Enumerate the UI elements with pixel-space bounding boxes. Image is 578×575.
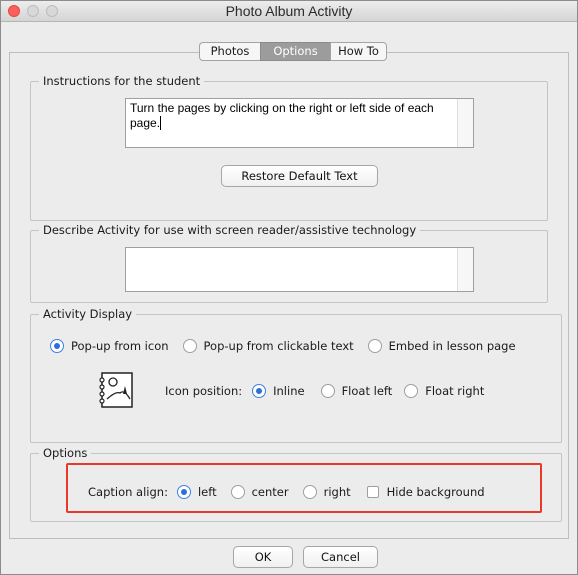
tab-photos[interactable]: Photos bbox=[199, 42, 260, 61]
options-legend: Options bbox=[43, 446, 88, 460]
radio-inline[interactable] bbox=[252, 384, 267, 398]
window-title: Photo Album Activity bbox=[225, 3, 353, 19]
activity-display-legend: Activity Display bbox=[43, 307, 133, 321]
radio-popup-from-icon[interactable] bbox=[50, 339, 64, 353]
radio-embed-in-lesson-page[interactable] bbox=[367, 339, 382, 353]
tab-options[interactable]: Options bbox=[260, 42, 330, 61]
cancel-button[interactable]: Cancel bbox=[303, 546, 378, 568]
tab-bar: Photos Options How To bbox=[199, 42, 387, 61]
radio-popup-from-clickable-text[interactable] bbox=[182, 339, 197, 353]
describe-textarea[interactable] bbox=[125, 247, 474, 292]
icon-position-row: Icon position: Inline Float left Float r… bbox=[165, 384, 484, 398]
describe-legend: Describe Activity for use with screen re… bbox=[43, 223, 417, 237]
radio-float-right-label: Float right bbox=[425, 384, 485, 398]
radio-inline-label: Inline bbox=[273, 384, 305, 398]
restore-default-text-button[interactable]: Restore Default Text bbox=[221, 165, 378, 187]
radio-float-right[interactable] bbox=[404, 384, 419, 398]
instructions-text: Turn the pages by clicking on the right … bbox=[130, 101, 434, 130]
radio-popup-from-icon-label: Pop-up from icon bbox=[71, 339, 169, 353]
options-highlight-box bbox=[66, 463, 542, 513]
title-bar[interactable]: Photo Album Activity bbox=[1, 1, 577, 22]
radio-float-left-label: Float left bbox=[341, 384, 393, 398]
icon-position-label: Icon position: bbox=[165, 384, 243, 398]
tab-how-to[interactable]: How To bbox=[330, 42, 387, 61]
instructions-legend: Instructions for the student bbox=[43, 74, 201, 88]
radio-float-left[interactable] bbox=[320, 384, 335, 398]
radio-embed-in-lesson-page-label: Embed in lesson page bbox=[388, 339, 516, 353]
instructions-textarea[interactable]: Turn the pages by clicking on the right … bbox=[125, 98, 474, 148]
display-mode-radio-group: Pop-up from icon Pop-up from clickable t… bbox=[50, 339, 516, 353]
ok-button[interactable]: OK bbox=[233, 546, 293, 568]
photo-album-icon bbox=[98, 371, 134, 409]
instructions-scrollbar[interactable] bbox=[457, 99, 473, 147]
describe-scrollbar[interactable] bbox=[457, 248, 473, 291]
radio-popup-from-clickable-text-label: Pop-up from clickable text bbox=[203, 339, 354, 353]
text-caret bbox=[160, 116, 162, 130]
dialog-window: Photo Album Activity Instructions for th… bbox=[0, 0, 578, 575]
